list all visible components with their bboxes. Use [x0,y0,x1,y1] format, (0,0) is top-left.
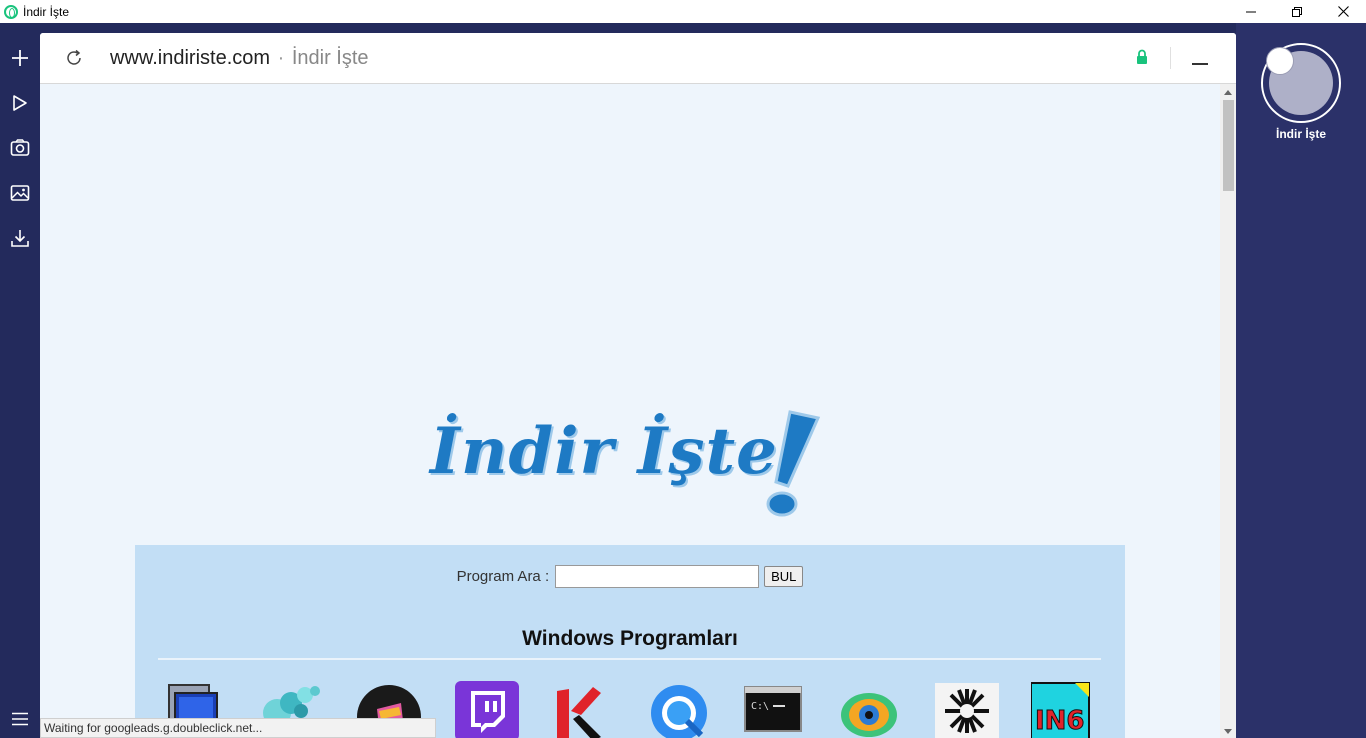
program-item[interactable]: IN6 [1030,681,1095,738]
search-button[interactable]: BUL [764,566,804,587]
left-sidebar [0,23,40,738]
program-item[interactable] [551,681,615,738]
page-scrollbar[interactable] [1220,84,1236,738]
restore-icon [1292,6,1302,17]
address-bar: www.indiriste.com · İndir İşte [40,33,1236,84]
program-item[interactable] [455,681,519,738]
section-title: Windows Programları [522,627,738,650]
reload-icon [67,49,81,65]
program-search-input[interactable] [555,565,760,588]
site-logo-text: İndir İşte [430,414,778,489]
close-icon [1337,6,1349,17]
eye-app-icon [841,693,897,737]
scroll-down-arrow-icon[interactable] [1224,729,1232,734]
url-domain: www.indiriste.com [110,47,271,69]
search-row: Program Ara : BUL [135,565,1125,588]
collapse-page-button[interactable] [1192,63,1208,65]
gallery-button[interactable] [8,181,32,205]
tab-thumbnail[interactable] [1261,43,1341,123]
app-logo-icon [4,4,18,19]
program-item[interactable]: C:\ [743,681,807,738]
in6-app-icon: IN6 [1030,682,1090,738]
plus-icon [12,50,28,66]
play-icon [13,95,27,111]
hamburger-menu-icon [12,712,28,726]
menu-button[interactable] [8,707,32,731]
scroll-up-arrow-icon[interactable] [1224,90,1232,95]
tab-status-dot [1266,47,1294,75]
right-tab-panel: İndir İşte [1236,23,1366,738]
search-panel: Program Ara : BUL Windows Programları C:… [135,545,1125,738]
url-page-title: İndir İşte [291,47,369,69]
download-icon [11,230,29,247]
secure-lock-icon[interactable] [1136,49,1148,65]
twitch-app-icon [455,681,519,738]
minimize-button[interactable] [1228,0,1274,23]
web-page-content: İndir İşte Program Ara : BUL Windows Pro… [40,84,1220,738]
url-separator: · [277,47,285,69]
downloads-button[interactable] [8,226,32,250]
console-prompt-text: C:\ [751,701,769,712]
close-button[interactable] [1320,0,1366,23]
status-bar: Waiting for googleads.g.doubleclick.net.… [40,718,436,738]
new-tab-button[interactable] [8,46,32,70]
clock-app-icon [935,683,999,738]
window-title: İndir İşte [23,4,70,19]
tab-label[interactable]: İndir İşte [1236,127,1366,141]
exclamation-logo-icon [766,410,821,517]
image-icon [10,185,30,201]
scroll-thumb[interactable] [1223,100,1234,191]
restore-button[interactable] [1274,0,1320,23]
console-app-icon: C:\ [744,686,802,732]
browser-frame: www.indiriste.com · İndir İşte İndir İşt… [40,33,1236,738]
minimize-icon [1246,11,1256,12]
reload-button[interactable] [64,48,84,68]
play-button[interactable] [8,91,32,115]
program-item[interactable] [647,681,711,738]
kaspersky-app-icon [557,687,601,738]
search-label: Program Ara : [456,568,550,585]
window-titlebar: İndir İşte [0,0,1366,23]
in6-icon-text: IN6 [1035,706,1085,736]
camera-icon [10,139,30,156]
program-item[interactable] [935,681,999,738]
address-bar-divider [1170,47,1171,69]
program-item[interactable] [839,681,903,738]
section-divider [158,658,1101,660]
url-display[interactable]: www.indiriste.com · İndir İşte [110,47,369,70]
quicktime-app-icon [651,685,707,738]
screenshot-button[interactable] [8,136,32,160]
site-logo[interactable]: İndir İşte [430,404,830,524]
